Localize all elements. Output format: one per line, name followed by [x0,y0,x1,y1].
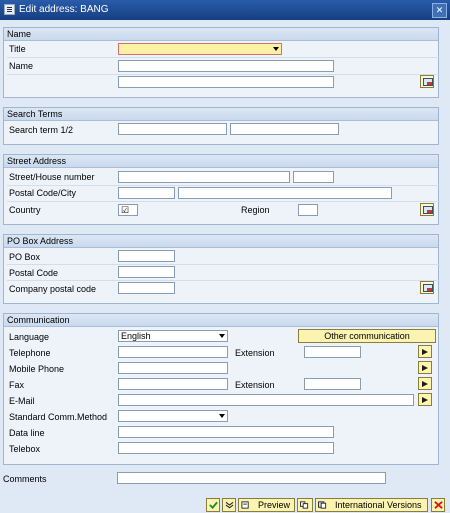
search-term-label: Search term 1/2 [9,125,74,135]
fax-extension-input[interactable] [304,378,361,390]
std-comm-method-label: Standard Comm.Method [9,412,108,422]
comments-label: Comments [3,474,47,484]
mobile-more-arrow-icon[interactable] [418,361,432,374]
region-label: Region [241,205,270,215]
city-input[interactable] [178,187,392,199]
search-terms-group: Search Terms Search term 1/2 [3,107,439,145]
telebox-input[interactable] [118,442,334,454]
other-communication-button[interactable]: Other communication [298,329,436,343]
po-box-header: PO Box Address [4,235,438,248]
std-comm-method-dropdown[interactable] [118,410,228,422]
transfer-button[interactable] [222,498,236,512]
telephone-extension-input[interactable] [304,346,361,358]
confirm-button[interactable] [206,498,220,512]
po-box-input[interactable] [118,250,175,262]
email-input[interactable] [118,394,414,406]
divider [7,185,440,186]
international-versions-button[interactable]: International Versions [315,498,428,512]
email-label: E-Mail [9,396,35,406]
fax-more-arrow-icon[interactable] [418,377,432,390]
divider [7,201,440,202]
fax-extension-label: Extension [235,380,275,390]
street-address-header: Street Address [4,155,438,168]
mobile-phone-input[interactable] [118,362,228,374]
print-preview-icon [241,501,249,509]
company-postal-code-input[interactable] [118,282,175,294]
more-fields-icon[interactable] [420,75,434,88]
name-group-header: Name [4,28,438,41]
divider [7,57,440,58]
search-term1-input[interactable] [118,123,227,135]
po-postal-code-input[interactable] [118,266,175,278]
communication-group: Communication Language English Other com… [3,313,439,465]
search-terms-header: Search Terms [4,108,438,121]
country-input[interactable]: ☑ [118,204,138,216]
comments-input[interactable] [117,472,386,484]
street-address-group: Street Address Street/House number Posta… [3,154,440,225]
double-down-icon [225,501,234,509]
company-postal-code-label: Company postal code [9,284,97,294]
copy-button[interactable] [297,498,313,512]
international-versions-label: International Versions [335,500,422,510]
telebox-label: Telebox [9,444,41,454]
street-label: Street/House number [9,172,95,182]
language-label: Language [9,332,50,342]
extension-label: Extension [235,348,275,358]
country-label: Country [9,205,41,215]
window-title: Edit address: BANG [19,4,109,15]
preview-label: Preview [258,500,291,510]
po-postal-code-label: Postal Code [9,268,59,278]
title-label: Title [9,44,26,54]
po-box-group: PO Box Address PO Box Postal Code Compan… [3,234,440,304]
po-box-label: PO Box [9,252,41,262]
window-title-bar: Edit address: BANG ✕ [0,0,450,20]
name1-input[interactable] [118,60,334,72]
data-line-label: Data line [9,428,45,438]
cross-icon [434,501,443,509]
communication-header: Communication [4,314,438,327]
search-term2-input[interactable] [230,123,339,135]
street-input[interactable] [118,171,290,183]
chevron-down-icon [219,414,225,418]
more-fields-icon[interactable] [420,203,434,216]
window-menu-icon[interactable] [4,4,15,15]
email-more-arrow-icon[interactable] [418,393,432,406]
fax-input[interactable] [118,378,228,390]
chevron-down-icon [273,47,279,51]
chevron-down-icon [219,334,225,338]
globe-icon [318,501,327,509]
title-dropdown[interactable] [118,43,282,55]
telephone-more-arrow-icon[interactable] [418,345,432,358]
language-dropdown[interactable]: English [118,330,228,342]
divider [7,280,440,281]
more-fields-icon[interactable] [420,281,434,294]
check-icon [209,501,218,509]
house-number-input[interactable] [293,171,334,183]
telephone-input[interactable] [118,346,228,358]
name-group: Name Title Name [3,27,440,98]
fax-label: Fax [9,380,25,390]
name-label: Name [9,61,34,71]
postal-city-label: Postal Code/City [9,188,77,198]
preview-button[interactable]: Preview [238,498,295,512]
checkbox-icon: ☑ [121,205,130,215]
close-window-button[interactable]: ✕ [432,3,447,18]
name2-input[interactable] [118,76,334,88]
divider [7,264,440,265]
copy-icon [300,501,309,509]
divider [7,74,440,75]
region-input[interactable] [298,204,318,216]
telephone-label: Telephone [9,348,51,358]
bottom-toolbar: Preview International Versions [0,497,450,513]
data-line-input[interactable] [118,426,334,438]
cancel-button[interactable] [431,498,445,512]
postal-code-input[interactable] [118,187,175,199]
mobile-phone-label: Mobile Phone [9,364,65,374]
